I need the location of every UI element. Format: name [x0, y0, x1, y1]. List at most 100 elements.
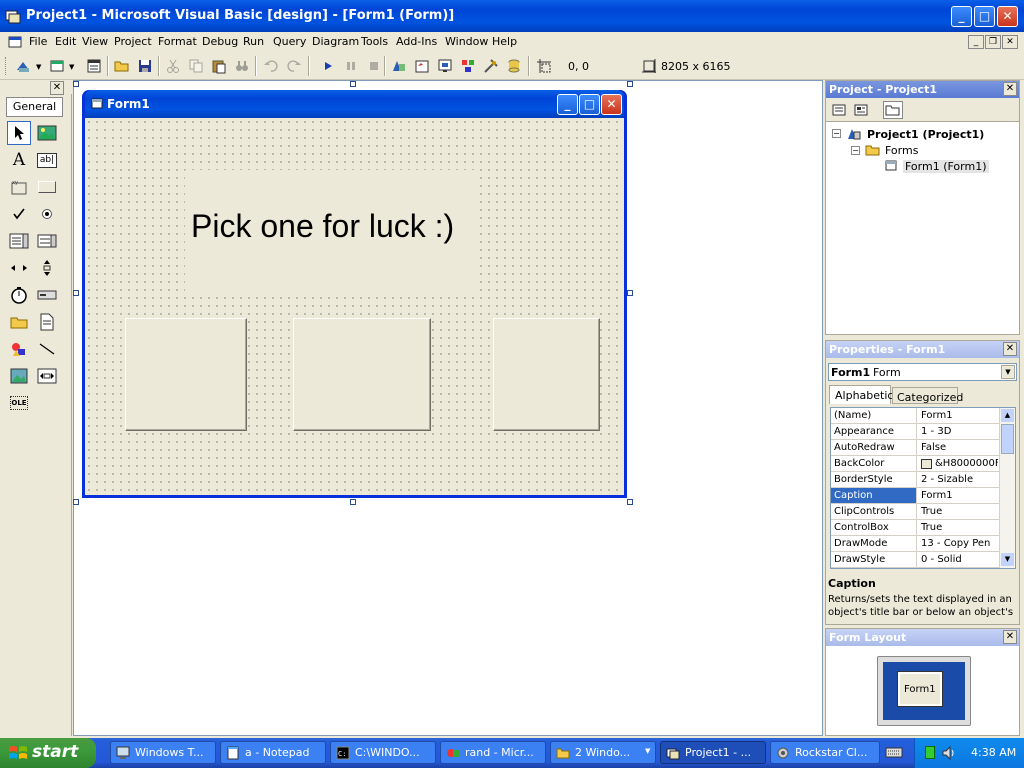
toolbox-close-button[interactable]: ✕ [50, 81, 64, 95]
task-windows-group[interactable]: 2 Windo... ▼ [550, 741, 656, 764]
menu-format[interactable]: Format [158, 35, 197, 48]
menu-editor-icon[interactable] [84, 56, 104, 76]
tab-alphabetic[interactable]: Alphabetic [829, 385, 893, 404]
dir-list-icon[interactable] [7, 310, 31, 334]
mdi-close-button[interactable]: ✕ [1002, 35, 1018, 49]
form-layout-preview[interactable]: Form1 [898, 672, 942, 706]
redo-icon[interactable] [284, 56, 304, 76]
menu-help[interactable]: Help [492, 35, 517, 48]
maximize-button[interactable]: □ [974, 6, 995, 27]
property-row[interactable]: Appearance 1 - 3D [831, 424, 999, 440]
mdi-restore-button[interactable]: ❐ [985, 35, 1001, 49]
form-minimize-button[interactable]: _ [557, 94, 578, 115]
property-row-selected[interactable]: Caption Form1 [831, 488, 999, 504]
file-list-icon[interactable] [35, 310, 59, 334]
toolbox-tab-general[interactable]: General [6, 97, 63, 117]
property-row[interactable]: ClipControls True [831, 504, 999, 520]
menu-debug[interactable]: Debug [202, 35, 238, 48]
view-object-icon[interactable] [853, 102, 869, 121]
shape-icon[interactable] [7, 337, 31, 361]
combo-box-icon[interactable] [7, 229, 31, 253]
properties-panel-close-button[interactable]: ✕ [1003, 342, 1017, 356]
textbox-icon[interactable]: ab| [35, 148, 59, 172]
property-row[interactable]: ControlBox True [831, 520, 999, 536]
task-project1[interactable]: Project1 - ... [660, 741, 766, 764]
menu-query[interactable]: Query [273, 35, 306, 48]
chevron-down-icon[interactable]: ▼ [36, 63, 41, 71]
task-cmd[interactable]: C: C:\WINDO... [330, 741, 436, 764]
property-row[interactable]: BorderStyle 2 - Sizable [831, 472, 999, 488]
vscrollbar-icon[interactable] [35, 256, 59, 280]
property-row[interactable]: DrawMode 13 - Copy Pen [831, 536, 999, 552]
close-button[interactable]: ✕ [997, 6, 1018, 27]
tree-collapse-icon[interactable]: − [832, 129, 841, 138]
toggle-folders-button[interactable] [883, 101, 903, 119]
network-icon[interactable] [925, 746, 935, 759]
find-icon[interactable] [232, 56, 252, 76]
form-maximize-button[interactable]: □ [579, 94, 600, 115]
property-row[interactable]: (Name) Form1 [831, 408, 999, 424]
option-button-icon[interactable] [35, 202, 59, 226]
view-code-icon[interactable] [831, 102, 847, 121]
title-bar[interactable]: Project1 - Microsoft Visual Basic [desig… [0, 0, 1024, 32]
frame-icon[interactable]: xy [7, 175, 31, 199]
label-icon[interactable]: A [7, 148, 31, 172]
add-form-icon[interactable] [47, 56, 67, 76]
scroll-down-icon[interactable]: ▼ [1001, 553, 1014, 566]
menu-file[interactable]: File [29, 35, 47, 48]
timer-icon[interactable] [7, 283, 31, 307]
start-button[interactable]: start [0, 738, 96, 768]
image-icon[interactable] [7, 364, 31, 388]
add-project-icon[interactable] [14, 56, 34, 76]
menu-edit[interactable]: Edit [55, 35, 76, 48]
form-layout-icon[interactable] [435, 56, 455, 76]
menu-project[interactable]: Project [114, 35, 152, 48]
start-run-icon[interactable] [318, 56, 338, 76]
property-row[interactable]: BackColor &H8000000F [831, 456, 999, 472]
menu-diagram[interactable]: Diagram [312, 35, 359, 48]
menu-run[interactable]: Run [243, 35, 264, 48]
stop-icon[interactable] [364, 56, 384, 76]
tab-categorized[interactable]: Categorized [892, 387, 963, 404]
object-selector[interactable]: Form1 Form ▼ [828, 363, 1017, 381]
data-view-icon[interactable] [504, 56, 524, 76]
selection-handle[interactable] [73, 81, 79, 87]
task-rand[interactable]: rand - Micr... [440, 741, 546, 764]
object-browser-icon[interactable] [458, 56, 478, 76]
task-windows-t[interactable]: Windows T... [110, 741, 216, 764]
minimize-button[interactable]: _ [951, 6, 972, 27]
copy-icon[interactable] [186, 56, 206, 76]
command-button-icon[interactable] [35, 175, 59, 199]
toolbar-grip[interactable] [5, 57, 9, 75]
data-control-icon[interactable] [35, 364, 59, 388]
selection-handle[interactable] [627, 290, 633, 296]
picture-box-icon[interactable] [35, 121, 59, 145]
open-folder-icon[interactable] [112, 56, 132, 76]
checkbox-icon[interactable] [7, 202, 31, 226]
selection-handle[interactable] [73, 290, 79, 296]
cut-icon[interactable] [163, 56, 183, 76]
scroll-up-icon[interactable]: ▲ [1001, 409, 1014, 422]
task-notepad[interactable]: a - Notepad [220, 741, 326, 764]
project-root-node[interactable]: Project1 (Project1) [867, 128, 984, 141]
scroll-thumb[interactable] [1001, 424, 1014, 454]
property-row[interactable]: DrawStyle 0 - Solid [831, 552, 999, 568]
chevron-down-icon[interactable]: ▼ [1001, 365, 1015, 379]
form1-node[interactable]: Form1 (Form1) [903, 160, 989, 173]
form-window[interactable]: Form1 _ □ ✕ Pick one for luck :) [82, 90, 627, 498]
luck-label[interactable]: Pick one for luck :) [185, 170, 477, 292]
mdi-minimize-button[interactable]: _ [968, 35, 984, 49]
keyboard-icon[interactable] [884, 743, 906, 763]
form-client-area[interactable]: Pick one for luck :) [85, 118, 624, 495]
chevron-down-icon[interactable]: ▼ [69, 63, 74, 71]
menu-view[interactable]: View [82, 35, 108, 48]
luck-button-3[interactable] [493, 318, 600, 431]
selection-handle[interactable] [350, 499, 356, 505]
volume-icon[interactable] [941, 745, 957, 761]
selection-handle[interactable] [73, 499, 79, 505]
form-layout-close-button[interactable]: ✕ [1003, 630, 1017, 644]
drive-list-icon[interactable] [35, 283, 59, 307]
selection-handle[interactable] [350, 81, 356, 87]
menu-window[interactable]: Window [445, 35, 488, 48]
project-explorer-icon[interactable] [389, 56, 409, 76]
